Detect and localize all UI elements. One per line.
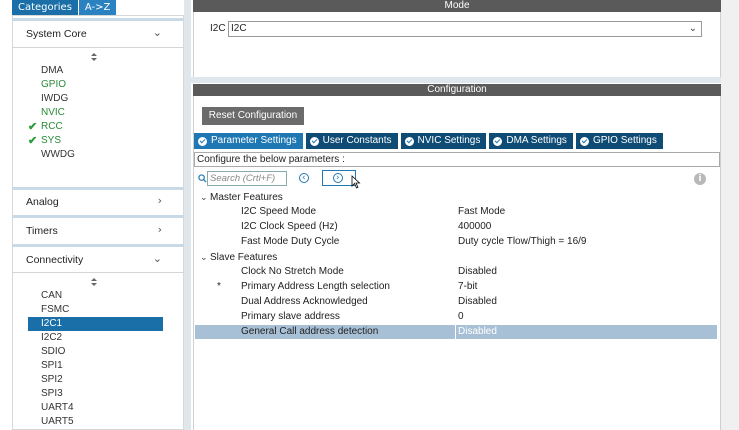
category-label: Analog [26,196,59,208]
category-timers[interactable]: Timers › [14,219,172,245]
list-item-rcc[interactable]: ✔ RCC [28,120,163,134]
search-icon [198,174,207,183]
tab-categories[interactable]: Categories [12,0,79,15]
param-row[interactable]: I2C Clock Speed (Hz) 400000 [195,220,717,234]
search-input[interactable]: Search (Crtl+F) [207,171,287,186]
param-row[interactable]: I2C Speed Mode Fast Mode [195,205,717,219]
mode-field-label: I2C [210,23,226,34]
list-item-gpio[interactable]: GPIO [28,78,163,92]
check-circle-icon [579,136,589,146]
group-master-features[interactable]: ⌄ Master Features [200,190,283,204]
check-circle-icon [198,136,207,146]
check-circle-icon [309,136,319,146]
separator [12,272,184,273]
separator [12,244,184,247]
list-item-nvic[interactable]: NVIC [28,106,163,120]
category-label: System Core [26,28,87,40]
list-item-fsmc[interactable]: FSMC [28,303,163,317]
info-icon[interactable]: i [694,173,706,185]
tab-nvic-settings[interactable]: NVIC Settings [400,133,487,149]
param-row[interactable]: * Primary Address Length selection 7-bit [195,280,717,294]
group-slave-features[interactable]: ⌄ Slave Features [200,250,277,264]
mode-select-value: I2C [231,23,247,34]
left-panel: Categories A->Z System Core ⌄ DMA GPIO I… [0,0,184,430]
list-item-spi3[interactable]: SPI3 [28,387,163,401]
category-connectivity[interactable]: Connectivity ⌄ [14,248,172,274]
list-item-uart4[interactable]: UART4 [28,401,163,415]
check-circle-icon [404,136,414,146]
tab-dma-settings[interactable]: DMA Settings [489,133,573,149]
chevron-down-icon: ⌄ [152,252,162,265]
chevron-right-icon: › [157,223,162,236]
checkmark-icon: ✔ [28,135,38,147]
check-circle-icon [493,136,503,146]
parameters-description: Configure the below parameters : [194,152,720,167]
chevron-down-icon: ⌄ [200,252,208,262]
list-item-wwdg[interactable]: WWDG [28,148,163,162]
category-label: Timers [26,225,58,237]
previous-result-icon[interactable]: ‹ [299,173,309,183]
category-label: Connectivity [26,254,84,266]
separator [12,18,184,21]
chevron-right-icon: › [157,194,162,207]
chevron-down-icon: ⌄ [688,23,697,34]
list-item-i2c1[interactable]: I2C1 [28,317,163,331]
list-item-spi1[interactable]: SPI1 [28,359,163,373]
separator [12,215,184,218]
sort-icon[interactable] [91,278,99,288]
right-scroll-area [721,0,739,430]
mode-panel: I2C I2C ⌄ [193,12,721,77]
list-item-sdio[interactable]: SDIO [28,345,163,359]
tab-a-to-z[interactable]: A->Z [78,0,118,15]
mode-select[interactable]: I2C ⌄ [228,21,702,37]
list-item-spi2[interactable]: SPI2 [28,373,163,387]
list-item-sys[interactable]: ✔ SYS [28,134,163,148]
configuration-panel: Reset Configuration Parameter Settings U… [193,96,721,430]
mouse-cursor-icon [351,175,361,189]
left-tab-bar: Categories A->Z [12,0,118,15]
tab-gpio-settings[interactable]: GPIO Settings [575,133,663,149]
param-row[interactable]: Fast Mode Duty Cycle Duty cycle Tlow/Thig… [195,235,717,249]
chevron-down-icon: ⌄ [152,26,162,39]
list-item-iwdg[interactable]: IWDG [28,92,163,106]
sort-icon[interactable] [91,53,99,63]
tab-user-constants[interactable]: User Constants [305,133,398,149]
param-row[interactable]: Dual Address Acknowledged Disabled [195,295,717,309]
category-system-core[interactable]: System Core ⌄ [14,22,172,48]
param-row-selected[interactable]: General Call address detection Disabled [195,325,717,339]
mode-title: Mode [193,0,721,12]
pane-divider[interactable] [184,0,191,430]
configuration-title: Configuration [193,84,721,96]
separator [12,47,184,48]
checkmark-icon: ✔ [28,121,38,133]
pane-divider-horizontal[interactable] [191,77,739,83]
list-item-can[interactable]: CAN [28,289,163,303]
list-item-i2c2[interactable]: I2C2 [28,331,163,345]
category-analog[interactable]: Analog › [14,190,172,216]
next-result-icon[interactable]: › [333,173,343,183]
param-row[interactable]: Primary slave address 0 [195,310,717,324]
reset-configuration-button[interactable]: Reset Configuration [202,107,304,125]
chevron-down-icon: ⌄ [200,192,208,202]
settings-tab-bar: Parameter Settings User Constants NVIC S… [194,133,666,149]
param-row[interactable]: Clock No Stretch Mode Disabled [195,265,717,279]
list-item-dma[interactable]: DMA [28,64,163,78]
tab-parameter-settings[interactable]: Parameter Settings [194,133,303,149]
list-item-uart5[interactable]: UART5 [28,415,163,429]
